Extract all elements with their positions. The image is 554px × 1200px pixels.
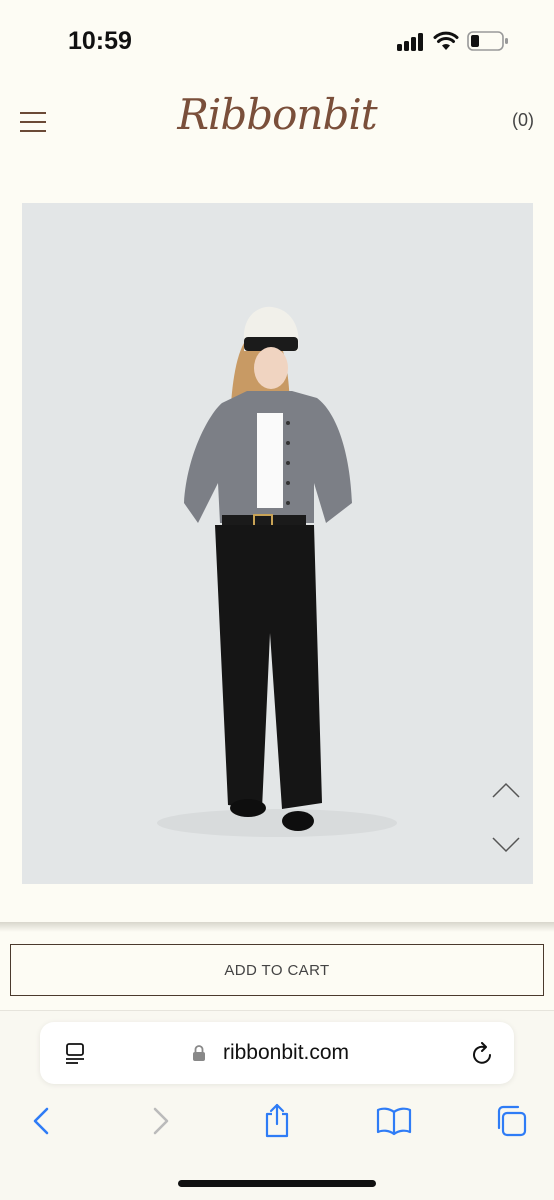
- add-to-cart-button[interactable]: ADD TO CART: [10, 944, 544, 996]
- bookmarks-icon[interactable]: [376, 1106, 412, 1136]
- reload-icon[interactable]: [472, 1042, 494, 1066]
- brand-logo[interactable]: Ribbonbit: [0, 90, 554, 139]
- battery-icon: [467, 31, 508, 51]
- model-photo: [157, 306, 397, 837]
- product-image[interactable]: [22, 203, 533, 884]
- tabs-icon[interactable]: [494, 1104, 528, 1138]
- wifi-icon: [433, 31, 459, 50]
- back-icon[interactable]: [30, 1106, 52, 1136]
- status-bar: 10:59: [0, 0, 554, 80]
- address-bar[interactable]: ribbonbit.com: [40, 1022, 514, 1084]
- status-time: 10:59: [68, 27, 132, 55]
- divider: [0, 922, 554, 932]
- share-icon[interactable]: [262, 1102, 292, 1138]
- chevron-up-icon[interactable]: [491, 781, 521, 799]
- site-header: Ribbonbit (0): [0, 80, 554, 170]
- chevron-down-icon[interactable]: [491, 836, 521, 854]
- url-text[interactable]: ribbonbit.com: [40, 1041, 514, 1065]
- cellular-signal-icon: [397, 33, 427, 51]
- home-indicator: [178, 1180, 376, 1187]
- cart-count[interactable]: (0): [512, 110, 534, 131]
- forward-icon[interactable]: [150, 1106, 172, 1136]
